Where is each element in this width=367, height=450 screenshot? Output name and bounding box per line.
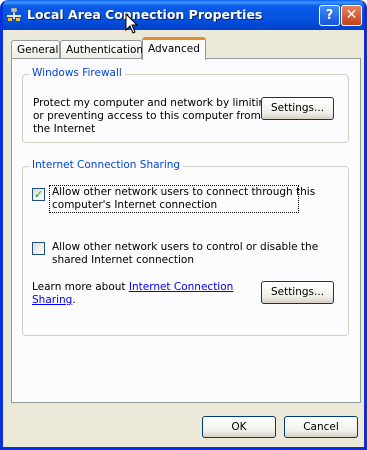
learn-more-prefix: Learn more about — [32, 281, 129, 293]
learn-more-suffix: . — [72, 294, 76, 306]
group-title: Internet Connection Sharing — [29, 159, 184, 171]
close-icon: ✕ — [345, 7, 358, 23]
ics-help-link[interactable]: Internet Connection — [129, 281, 233, 293]
allow-control-label-line[interactable]: Allow other network users to control or … — [52, 241, 318, 254]
ics-help-link[interactable]: Sharing — [32, 294, 72, 306]
tab-label: Authentication — [66, 44, 144, 56]
window-title: Local Area Connection Properties — [27, 7, 263, 22]
ics-settings-button[interactable]: Settings... — [261, 281, 334, 304]
title-bar[interactable]: Local Area Connection Properties ? ✕ — [3, 0, 364, 30]
close-button[interactable]: ✕ — [341, 5, 362, 26]
tab-strip: General Authentication Advanced — [11, 37, 361, 60]
group-title: Windows Firewall — [29, 67, 125, 79]
tab-label: Advanced — [148, 43, 200, 55]
firewall-description-line: Protect my computer and network by limit… — [33, 97, 272, 109]
internet-connection-sharing-group: Internet Connection Sharing ✓ Allow othe… — [22, 159, 349, 336]
properties-dialog: Local Area Connection Properties ? ✕ Gen… — [0, 0, 367, 450]
windows-firewall-group: Windows Firewall Protect my computer and… — [22, 67, 349, 143]
help-button[interactable]: ? — [319, 5, 340, 26]
checkmark-icon: ✓ — [34, 188, 44, 201]
tab-general[interactable]: General — [11, 40, 60, 59]
tab-authentication[interactable]: Authentication — [60, 40, 144, 59]
button-label: Settings... — [270, 102, 325, 114]
firewall-description-line: or preventing access to this computer fr… — [33, 110, 261, 122]
network-connection-icon — [7, 7, 21, 21]
mouse-cursor-icon — [125, 13, 139, 34]
cancel-button[interactable]: Cancel — [284, 416, 358, 438]
firewall-description-line: the Internet — [33, 123, 96, 135]
advanced-tab-panel: Windows Firewall Protect my computer and… — [11, 58, 361, 403]
allow-control-checkbox[interactable] — [32, 242, 45, 255]
learn-more-text: Sharing. — [32, 294, 76, 307]
tab-label: General — [17, 44, 59, 56]
learn-more-text: Learn more about Internet Connection — [32, 281, 233, 294]
firewall-settings-button[interactable]: Settings... — [261, 97, 334, 120]
allow-connect-label-line[interactable]: computer's Internet connection — [52, 199, 217, 212]
ok-button[interactable]: OK — [202, 416, 276, 438]
allow-connect-label-line[interactable]: Allow other network users to connect thr… — [52, 186, 315, 199]
tab-advanced[interactable]: Advanced — [142, 37, 206, 60]
allow-connect-checkbox[interactable]: ✓ — [32, 188, 45, 201]
allow-control-label-line[interactable]: shared Internet connection — [52, 254, 194, 267]
button-label: Settings... — [270, 286, 325, 298]
button-label: Cancel — [303, 421, 339, 433]
help-icon: ? — [325, 8, 334, 23]
button-label: OK — [231, 421, 247, 433]
